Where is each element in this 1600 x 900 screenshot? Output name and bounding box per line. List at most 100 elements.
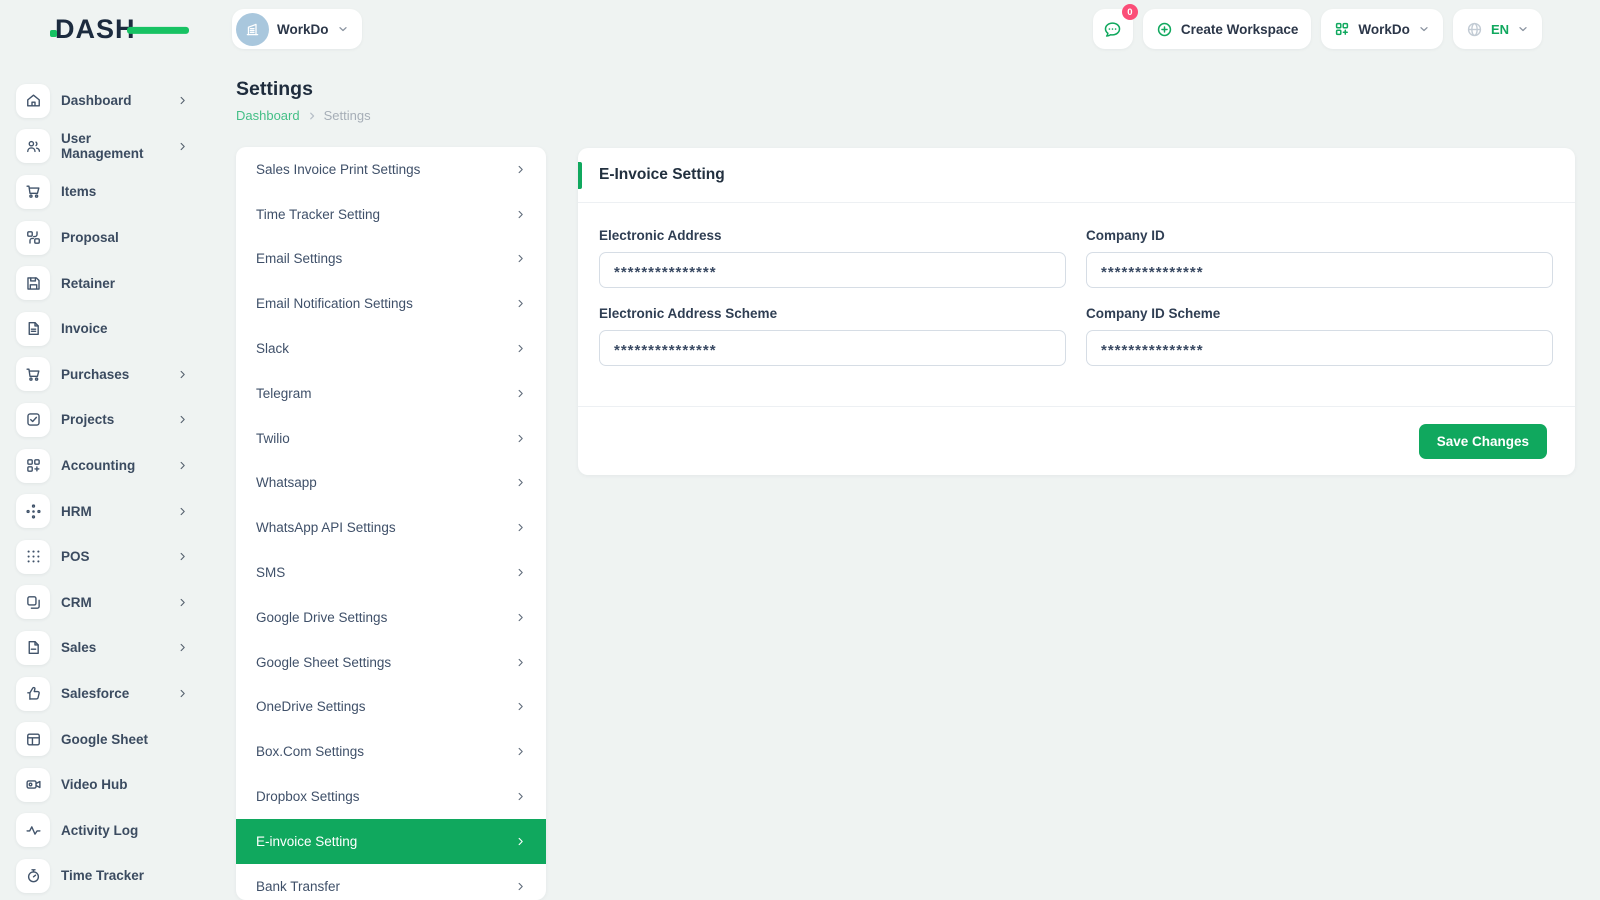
sidebar-item-label: User Management: [61, 131, 177, 161]
settings-menu-item-e-invoice-setting[interactable]: E-invoice Setting: [236, 819, 546, 864]
settings-menu-item-sms[interactable]: SMS: [236, 550, 546, 595]
settings-menu-item-bank-transfer[interactable]: Bank Transfer: [236, 864, 546, 900]
settings-menu-item-twilio[interactable]: Twilio: [236, 416, 546, 461]
sidebar-item-label: Purchases: [61, 367, 129, 382]
settings-menu-item-box-com-settings[interactable]: Box.Com Settings: [236, 729, 546, 774]
video-icon: [25, 776, 42, 793]
chevron-down-icon: [337, 23, 349, 35]
chevron-right-icon: [515, 836, 526, 847]
chevron-right-icon: [515, 836, 526, 847]
settings-menu-item-dropbox-settings[interactable]: Dropbox Settings: [236, 774, 546, 819]
settings-menu-item-google-sheet-settings[interactable]: Google Sheet Settings: [236, 640, 546, 685]
settings-menu-item-label: Box.Com Settings: [256, 744, 364, 759]
settings-menu-item-label: WhatsApp API Settings: [256, 520, 396, 535]
chevron-right-icon: [515, 567, 526, 578]
settings-menu-item-label: Sales Invoice Print Settings: [256, 162, 420, 177]
thumbs-up-icon: [25, 685, 42, 702]
settings-menu-item-time-tracker-setting[interactable]: Time Tracker Setting: [236, 192, 546, 237]
electronic-address-scheme-input[interactable]: [599, 330, 1066, 366]
sidebar-item-accounting[interactable]: Accounting: [0, 443, 212, 489]
workspace-avatar: [236, 13, 269, 46]
settings-menu-item-sales-invoice-print-settings[interactable]: Sales Invoice Print Settings: [236, 147, 546, 192]
sidebar-item-label: Invoice: [61, 321, 108, 336]
settings-menu-item-telegram[interactable]: Telegram: [236, 371, 546, 416]
breadcrumb-dashboard-link[interactable]: Dashboard: [236, 108, 300, 123]
messages-button[interactable]: 0: [1093, 9, 1133, 49]
sidebar-item-dashboard[interactable]: Dashboard: [0, 78, 212, 124]
save-disk-icon: [25, 275, 42, 292]
chevron-right-icon: [177, 141, 188, 152]
logo-text: DASH: [55, 14, 136, 45]
stopwatch-icon: [16, 859, 50, 893]
file-icon: [16, 631, 50, 665]
form-field-company-id: Company ID: [1086, 228, 1553, 288]
sidebar-item-google-sheet[interactable]: Google Sheet: [0, 716, 212, 762]
sidebar-item-crm[interactable]: CRM: [0, 580, 212, 626]
sidebar-nav: Dashboard User Management Items ProposalRet…: [0, 58, 212, 900]
chevron-right-icon: [177, 369, 188, 380]
sidebar-item-pos[interactable]: POS: [0, 534, 212, 580]
sidebar-item-label: CRM: [61, 595, 92, 610]
chevron-right-icon: [515, 343, 526, 354]
header-actions: 0 Create Workspace WorkDo EN: [1093, 9, 1542, 49]
chevron-down-icon: [1517, 23, 1529, 35]
sidebar-item-label: POS: [61, 549, 90, 564]
settings-menu-item-whatsapp-api-settings[interactable]: WhatsApp API Settings: [236, 505, 546, 550]
settings-menu-item-email-notification-settings[interactable]: Email Notification Settings: [236, 281, 546, 326]
settings-menu-item-label: Twilio: [256, 431, 290, 446]
sidebar-item-label: Video Hub: [61, 777, 128, 792]
sidebar-item-hrm[interactable]: HRM: [0, 488, 212, 534]
chevron-right-icon: [515, 567, 526, 578]
sidebar-item-sales[interactable]: Sales: [0, 625, 212, 671]
company-id-scheme-input[interactable]: [1086, 330, 1553, 366]
page-head: Settings Dashboard Settings: [236, 78, 371, 123]
dots-grid-icon: [25, 548, 42, 565]
company-id-input[interactable]: [1086, 252, 1553, 288]
workspace-switcher[interactable]: WorkDo: [232, 9, 362, 49]
page-title: Settings: [236, 78, 371, 101]
sidebar-item-projects[interactable]: Projects: [0, 397, 212, 443]
settings-menu-item-slack[interactable]: Slack: [236, 326, 546, 371]
sidebar-item-items[interactable]: Items: [0, 169, 212, 215]
home-icon: [25, 92, 42, 109]
sidebar-item-user-management[interactable]: User Management: [0, 124, 212, 170]
settings-menu-item-onedrive-settings[interactable]: OneDrive Settings: [236, 685, 546, 730]
sidebar-item-time-tracker[interactable]: Time Tracker: [0, 853, 212, 899]
chevron-right-icon: [177, 95, 188, 106]
settings-menu-item-email-settings[interactable]: Email Settings: [236, 237, 546, 282]
sidebar-item-video-hub[interactable]: Video Hub: [0, 762, 212, 808]
sidebar-item-label: Items: [61, 184, 96, 199]
save-changes-button[interactable]: Save Changes: [1419, 424, 1547, 459]
sidebar-item-activity-log[interactable]: Activity Log: [0, 808, 212, 854]
sidebar-item-label: Projects: [61, 412, 114, 427]
check-square-icon: [16, 403, 50, 437]
plus-circle-icon: [1156, 21, 1173, 38]
chevron-right-icon: [177, 95, 188, 106]
sidebar-item-invoice[interactable]: Invoice: [0, 306, 212, 352]
chevron-right-icon: [515, 164, 526, 175]
language-selector[interactable]: EN: [1453, 9, 1542, 49]
sidebar-item-salesforce[interactable]: Salesforce: [0, 671, 212, 717]
overlap-squares-icon: [16, 585, 50, 619]
sidebar-item-purchases[interactable]: Purchases: [0, 352, 212, 398]
file-icon: [25, 639, 42, 656]
grid-plus-icon: [1334, 21, 1350, 37]
electronic-address-input[interactable]: [599, 252, 1066, 288]
sidebar-item-retainer[interactable]: Retainer: [0, 260, 212, 306]
grid-plus-icon: [16, 449, 50, 483]
activity-icon: [16, 813, 50, 847]
chevron-right-icon: [515, 746, 526, 757]
workdo-menu-button[interactable]: WorkDo: [1321, 9, 1443, 49]
swap-boxes-icon: [25, 229, 42, 246]
settings-menu-item-whatsapp[interactable]: Whatsapp: [236, 461, 546, 506]
einvoice-setting-card: E-Invoice Setting Electronic AddressComp…: [578, 148, 1575, 475]
header-accent-bar: [578, 162, 582, 189]
top-header: DASH WorkDo 0 Cre: [0, 0, 1600, 58]
sidebar-item-proposal[interactable]: Proposal: [0, 215, 212, 261]
settings-menu-item-google-drive-settings[interactable]: Google Drive Settings: [236, 595, 546, 640]
chevron-right-icon: [515, 343, 526, 354]
cart-icon: [16, 357, 50, 391]
create-workspace-button[interactable]: Create Workspace: [1143, 9, 1312, 49]
dots-grid-icon: [16, 540, 50, 574]
chevron-right-icon: [177, 414, 188, 425]
